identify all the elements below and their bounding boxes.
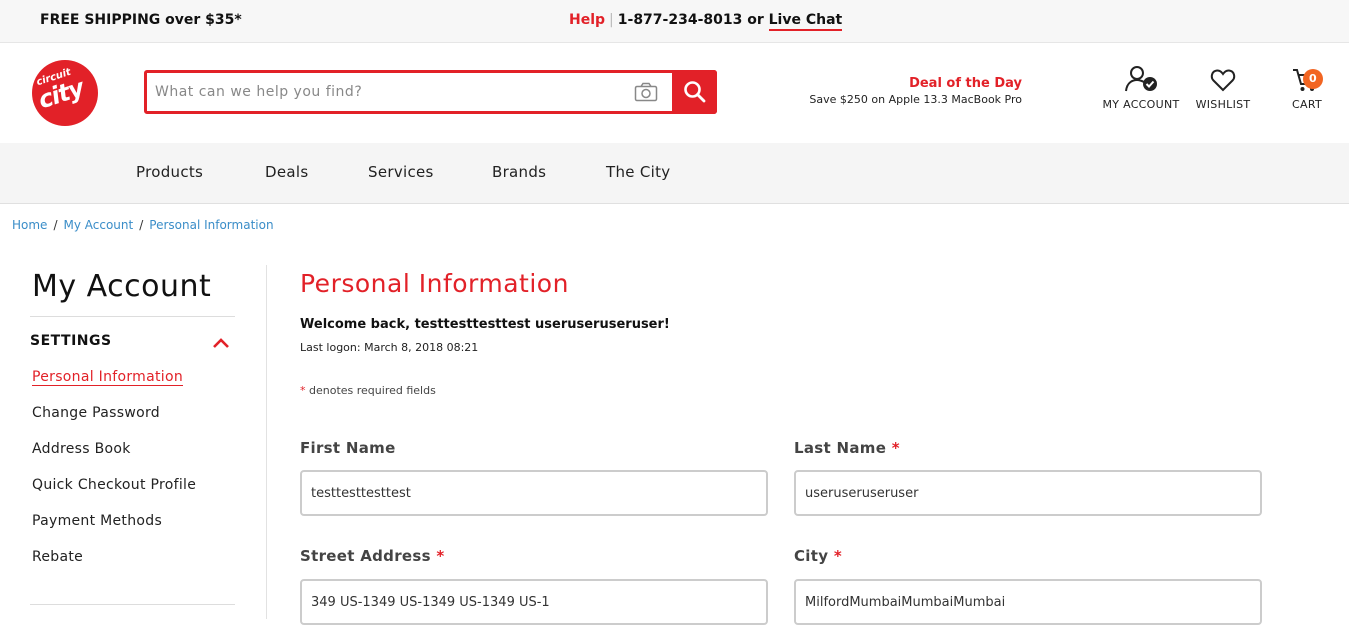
breadcrumb-home[interactable]: Home: [12, 218, 47, 232]
search-input[interactable]: [155, 79, 625, 105]
live-chat-link[interactable]: Live Chat: [768, 12, 843, 31]
sidebar-item-address-book[interactable]: Address Book: [32, 441, 131, 457]
street-address-label-text: Street Address: [300, 547, 431, 565]
nav-item-brands[interactable]: Brands: [492, 163, 546, 181]
wishlist-label: WISHLIST: [1195, 98, 1251, 111]
first-name-label: First Name: [300, 439, 396, 457]
nav-item-products[interactable]: Products: [136, 163, 203, 181]
city-label-text: City: [794, 547, 829, 565]
cart-label: CART: [1292, 98, 1322, 111]
search-button[interactable]: [672, 70, 717, 114]
sidebar-item-change-password[interactable]: Change Password: [32, 405, 160, 421]
required-marker: *: [891, 439, 900, 457]
help-contact: Help | 1-877-234-8013 or Live Chat: [569, 12, 843, 31]
breadcrumb: Home / My Account / Personal Information: [12, 218, 274, 232]
last-name-field[interactable]: [794, 470, 1262, 516]
breadcrumb-my-account[interactable]: My Account: [63, 218, 133, 232]
breadcrumb-separator: /: [139, 218, 144, 232]
my-account-label: MY ACCOUNT: [1102, 98, 1180, 111]
camera-icon[interactable]: [634, 82, 658, 106]
search-bar: [144, 70, 717, 114]
breadcrumb-personal-information[interactable]: Personal Information: [149, 218, 273, 232]
phone-number: 1-877-234-8013 or: [617, 12, 764, 28]
nav-item-deals[interactable]: Deals: [265, 163, 308, 181]
wishlist-link[interactable]: WISHLIST: [1192, 67, 1254, 111]
sidebar-divider: [30, 604, 235, 605]
my-account-link[interactable]: MY ACCOUNT: [1100, 65, 1182, 111]
last-name-label: Last Name *: [794, 439, 900, 457]
sidebar-item-payment-methods[interactable]: Payment Methods: [32, 513, 162, 529]
deal-of-the-day[interactable]: Deal of the Day Save $250 on Apple 13.3 …: [790, 76, 1022, 106]
divider: |: [609, 12, 614, 28]
welcome-message: Welcome back, testtesttesttest useruseru…: [300, 317, 670, 332]
sidebar-item-quick-checkout-profile[interactable]: Quick Checkout Profile: [32, 477, 196, 493]
city-field[interactable]: [794, 579, 1262, 625]
first-name-label-text: First Name: [300, 439, 396, 457]
sidebar-title: My Account: [30, 265, 235, 317]
page-title: Personal Information: [300, 269, 569, 298]
city-label: City *: [794, 547, 842, 565]
chevron-up-icon[interactable]: [212, 334, 230, 353]
help-link[interactable]: Help: [569, 12, 605, 28]
required-marker: *: [833, 547, 842, 565]
street-address-field[interactable]: [300, 579, 768, 625]
nav-item-the-city[interactable]: The City: [606, 163, 670, 181]
column-divider: [266, 265, 267, 619]
required-marker: *: [436, 547, 445, 565]
site-header: circuit city Deal of the Day Save $250 o…: [0, 43, 1349, 143]
account-sidebar: My Account SETTINGS Personal Information…: [30, 265, 235, 605]
settings-section-header[interactable]: SETTINGS: [30, 333, 112, 349]
nav-item-services[interactable]: Services: [368, 163, 434, 181]
sidebar-item-personal-information[interactable]: Personal Information: [32, 369, 184, 386]
free-shipping-text: FREE SHIPPING over $35*: [40, 12, 242, 28]
cart-link[interactable]: 0 CART: [1284, 67, 1330, 111]
cart-count-badge: 0: [1303, 69, 1323, 89]
top-bar: FREE SHIPPING over $35* Help | 1-877-234-8…: [0, 0, 1349, 43]
deal-title: Deal of the Day: [909, 76, 1022, 91]
street-address-label: Street Address *: [300, 547, 445, 565]
first-name-field[interactable]: [300, 470, 768, 516]
required-fields-note: * denotes required fields: [300, 384, 436, 397]
breadcrumb-separator: /: [53, 218, 58, 232]
account-icon: [1125, 66, 1157, 92]
search-icon: [684, 81, 706, 103]
circuit-city-logo[interactable]: circuit city: [32, 60, 98, 126]
required-marker: *: [300, 384, 306, 397]
sidebar-item-rebate[interactable]: Rebate: [32, 549, 83, 565]
last-name-label-text: Last Name: [794, 439, 887, 457]
main-nav: Products Deals Services Brands The City: [0, 143, 1349, 204]
deal-subtitle: Save $250 on Apple 13.3 MacBook Pro: [809, 93, 1022, 106]
last-logon-text: Last logon: March 8, 2018 08:21: [300, 341, 479, 354]
heart-icon: [1210, 69, 1236, 92]
required-note-text: denotes required fields: [309, 384, 436, 397]
